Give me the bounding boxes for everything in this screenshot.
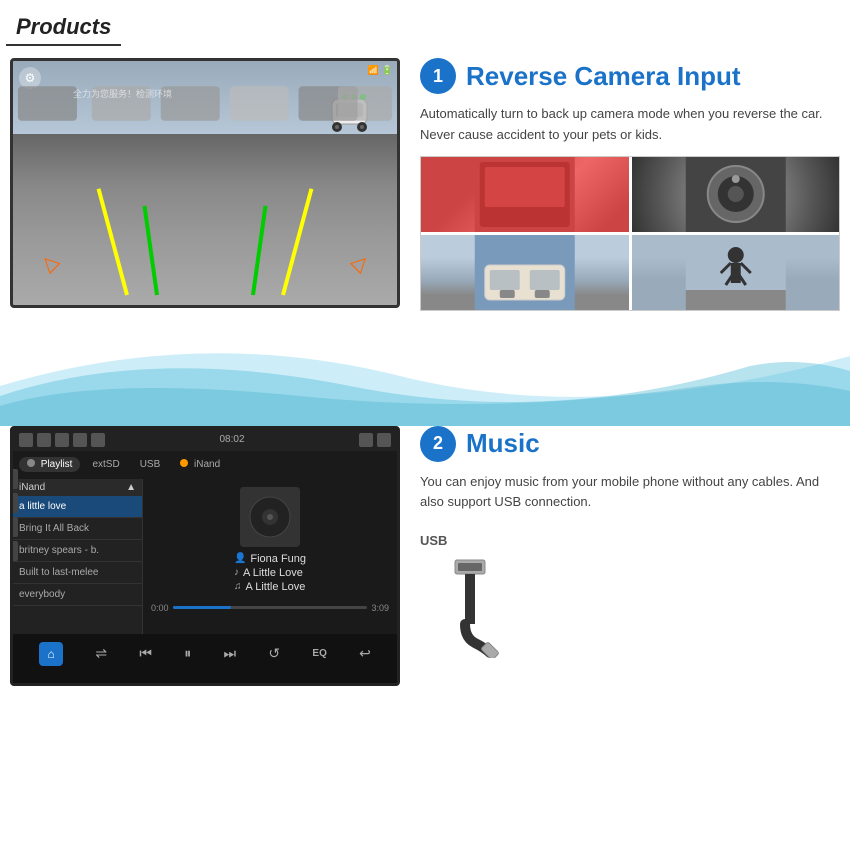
status-time: 08:02 <box>219 434 244 445</box>
bt-icon <box>91 433 105 447</box>
song-icon-1: ♪ <box>234 567 239 578</box>
artist-icon: 👤 <box>234 553 246 564</box>
prev-button[interactable]: ⏮ <box>139 645 152 662</box>
play-pause-button[interactable]: ⏸ <box>184 645 191 662</box>
song-row-2: ♫ A Little Love <box>234 581 306 593</box>
song-row-1: ♪ A Little Love <box>234 567 306 579</box>
song-item-2[interactable]: Bring It All Back <box>13 518 142 540</box>
feature-2-text: You can enjoy music from your mobile pho… <box>420 472 840 514</box>
tab-extsd[interactable]: extSD <box>84 457 127 472</box>
music-controls[interactable]: ⌂ ⇌ ⏮ ⏸ ⏭ ↺ EQ ↩ <box>13 634 397 674</box>
progress-bar[interactable] <box>173 606 368 609</box>
song-name-2: A Little Love <box>245 581 305 593</box>
photo-icon <box>55 433 69 447</box>
song-name-1: A Little Love <box>243 567 303 579</box>
music-progress[interactable]: 0:00 3:09 <box>151 603 389 613</box>
right-status-icons <box>359 433 391 447</box>
back-icon <box>377 433 391 447</box>
song-item-5[interactable]: everybody <box>13 584 142 606</box>
song-icon-2: ♫ <box>234 581 242 592</box>
usb-label: USB <box>420 533 447 548</box>
feature-1-title: Reverse Camera Input <box>466 61 741 92</box>
signal-icon <box>359 433 373 447</box>
shuffle-button[interactable]: ⇌ <box>95 645 107 662</box>
eq-button[interactable]: EQ <box>312 648 326 659</box>
song-item-3[interactable]: britney spears - b. <box>13 540 142 562</box>
cam-img-red-car <box>421 157 629 232</box>
tab-usb[interactable]: USB <box>132 457 169 472</box>
camera-screen: ⚙ 📶🔋 <box>10 58 400 308</box>
feature-1-number: 1 <box>420 58 456 94</box>
usb-section: USB <box>420 533 840 663</box>
progress-bar-fill <box>173 606 231 609</box>
music-status-bar: 08:02 <box>13 429 397 451</box>
music-tabs[interactable]: Playlist extSD USB iNand <box>13 451 397 479</box>
time-end: 3:09 <box>371 603 389 613</box>
artist-row: 👤 Fiona Fung <box>234 553 306 565</box>
feature-1-desc: 1 Reverse Camera Input Automatically tur… <box>420 58 840 311</box>
music-list-header: iNand ▲ <box>13 479 142 496</box>
guide-lines <box>105 165 305 295</box>
music-main: iNand ▲ a little love Bring It All Back … <box>13 479 397 634</box>
wave-decoration <box>0 316 850 426</box>
mic-icon <box>19 433 33 447</box>
time-start: 0:00 <box>151 603 169 613</box>
loop-button[interactable]: ↺ <box>268 645 280 662</box>
artist-name: Fiona Fung <box>250 553 306 565</box>
side-btn-2[interactable] <box>10 493 18 513</box>
side-btn-3[interactable] <box>10 517 18 537</box>
products-header: Products <box>6 6 121 46</box>
next-button[interactable]: ⏭ <box>224 645 237 662</box>
feature-2-desc: 2 Music You can enjoy music from your mo… <box>420 426 840 686</box>
song-item-4[interactable]: Built to last-melee <box>13 562 142 584</box>
status-icons <box>19 433 105 447</box>
feature-2-title: Music <box>466 428 540 459</box>
wifi-icon <box>73 433 87 447</box>
album-art <box>240 487 300 547</box>
back-button[interactable]: ↩ <box>359 645 371 662</box>
cam-status-bar: 📶🔋 <box>368 65 393 76</box>
cam-img-dial <box>632 157 840 232</box>
cam-img-car-back <box>421 235 629 310</box>
side-btn-1[interactable] <box>10 469 18 489</box>
cam-img-person <box>632 235 840 310</box>
side-btn-4[interactable] <box>10 541 18 561</box>
music-screen: 08:02 Playlist extSD USB iNand <box>10 426 400 686</box>
feature-2-number: 2 <box>420 426 456 462</box>
music-list: iNand ▲ a little love Bring It All Back … <box>13 479 143 634</box>
camera-images-grid <box>420 156 840 311</box>
feature-1-text: Automatically turn to back up camera mod… <box>420 104 840 146</box>
usb-cable <box>420 558 520 663</box>
music-player: 👤 Fiona Fung ♪ A Little Love ♫ A Little … <box>143 479 397 634</box>
settings-icon <box>37 433 51 447</box>
music-info: 👤 Fiona Fung ♪ A Little Love ♫ A Little … <box>234 553 306 595</box>
song-item-1[interactable]: a little love <box>13 496 142 518</box>
tab-inand[interactable]: iNand <box>172 457 228 472</box>
home-button[interactable]: ⌂ <box>39 642 63 666</box>
cam-overlay-text: 全力为您服务！检测环境 <box>73 87 172 100</box>
tab-playlist[interactable]: Playlist <box>19 457 80 472</box>
